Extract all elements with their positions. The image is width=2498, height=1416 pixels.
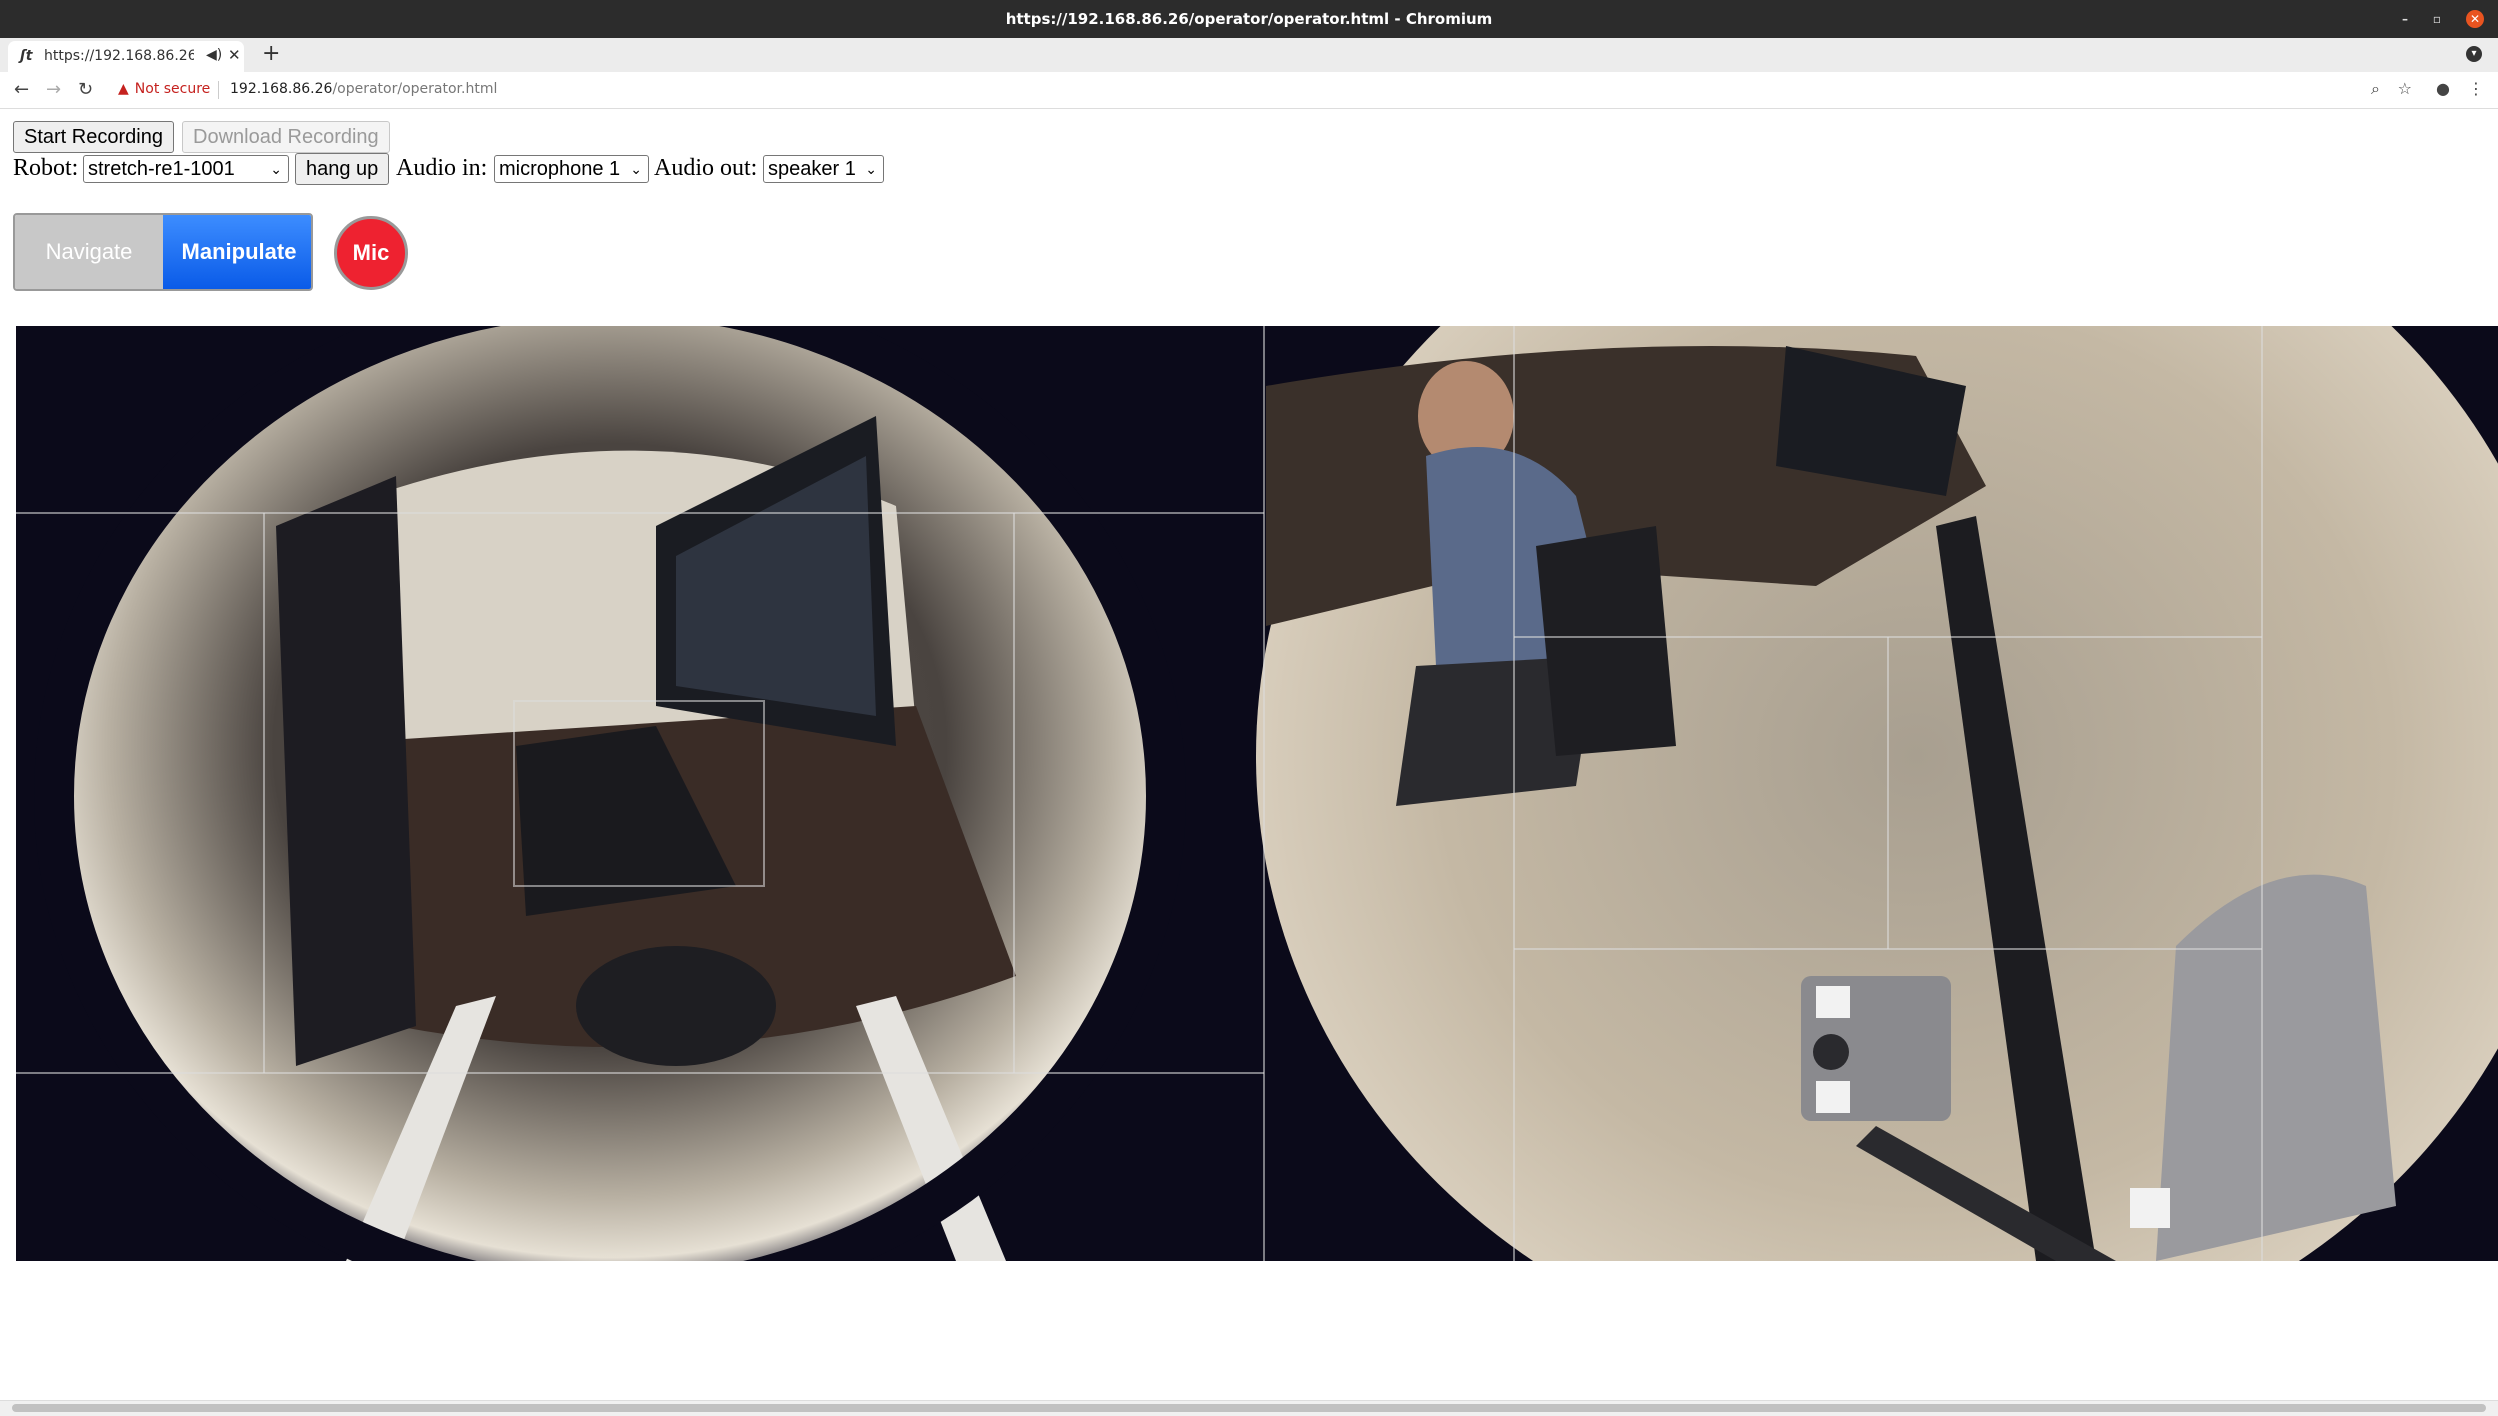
audio-in-select[interactable]: microphone 1 ⌄ [494, 155, 649, 183]
minimize-icon[interactable]: – [2396, 10, 2414, 28]
tab-search-icon[interactable]: ▾ [2466, 46, 2482, 62]
audio-in-label: Audio in: [396, 155, 488, 181]
browser-tab[interactable]: ʃt https://192.168.86.26/operator/operat… [8, 41, 244, 72]
robot-label: Robot: [13, 155, 79, 181]
robot-select[interactable]: stretch-re1-1001 ⌄ [83, 155, 289, 183]
forward-icon[interactable]: → [46, 79, 61, 100]
close-window-icon[interactable]: ✕ [2466, 10, 2484, 28]
security-indicator[interactable]: ▲ Not secure [118, 81, 210, 97]
start-recording-button[interactable]: Start Recording [13, 121, 174, 153]
overhead-camera-view [1256, 326, 2498, 1261]
chevron-down-icon: ⌄ [865, 161, 877, 177]
gripper-camera-view [16, 326, 1264, 1261]
mic-button[interactable]: Mic [334, 216, 408, 290]
manipulate-button[interactable]: Manipulate [163, 215, 311, 289]
tab-strip: ʃt https://192.168.86.26/operator/operat… [0, 38, 2498, 73]
audio-out-label: Audio out: [654, 155, 758, 181]
window-title: https://192.168.86.26/operator/operator.… [1005, 10, 1493, 28]
download-recording-button[interactable]: Download Recording [182, 121, 390, 153]
profile-icon[interactable]: ● [2436, 79, 2450, 98]
new-tab-button[interactable]: + [262, 41, 280, 66]
favicon-icon: ʃt [20, 48, 33, 64]
hang-up-button[interactable]: hang up [295, 153, 390, 185]
chevron-down-icon: ⌄ [270, 161, 282, 177]
reload-icon[interactable]: ↻ [78, 79, 93, 100]
zoom-icon[interactable]: ⌕ [2371, 79, 2380, 99]
chevron-down-icon: ⌄ [630, 161, 642, 177]
speaker-icon[interactable]: ◀) [206, 47, 222, 63]
divider [218, 81, 219, 99]
menu-icon[interactable]: ⋮ [2468, 79, 2484, 98]
back-icon[interactable]: ← [14, 79, 29, 100]
bookmark-star-icon[interactable]: ☆ [2398, 79, 2412, 98]
robot-select-value: stretch-re1-1001 [88, 158, 235, 180]
scrollbar-thumb[interactable] [12, 1404, 2486, 1412]
browser-toolbar: ← → ↻ ▲ Not secure 192.168.86.26/operator… [0, 72, 2498, 109]
maximize-icon[interactable]: ▫ [2428, 10, 2446, 28]
navigate-button[interactable]: Navigate [15, 215, 163, 289]
camera-views [16, 326, 2498, 1261]
horizontal-scrollbar[interactable] [0, 1400, 2498, 1416]
audio-out-value: speaker 1 [768, 158, 856, 180]
audio-in-value: microphone 1 [499, 158, 621, 180]
video-feed[interactable] [16, 326, 2498, 1261]
warning-icon: ▲ [118, 81, 129, 97]
tab-title: https://192.168.86.26/operator/operator.… [44, 48, 194, 64]
tab-close-icon[interactable]: ✕ [228, 46, 241, 64]
url-host: 192.168.86.26 [230, 81, 333, 97]
window-titlebar: https://192.168.86.26/operator/operator.… [0, 0, 2498, 38]
audio-out-select[interactable]: speaker 1 ⌄ [763, 155, 884, 183]
url-path: /operator/operator.html [332, 81, 498, 97]
url-field[interactable]: 192.168.86.26/operator/operator.html [230, 81, 497, 97]
security-text: Not secure [134, 81, 211, 97]
mode-toggle: Navigate Manipulate [13, 213, 313, 291]
